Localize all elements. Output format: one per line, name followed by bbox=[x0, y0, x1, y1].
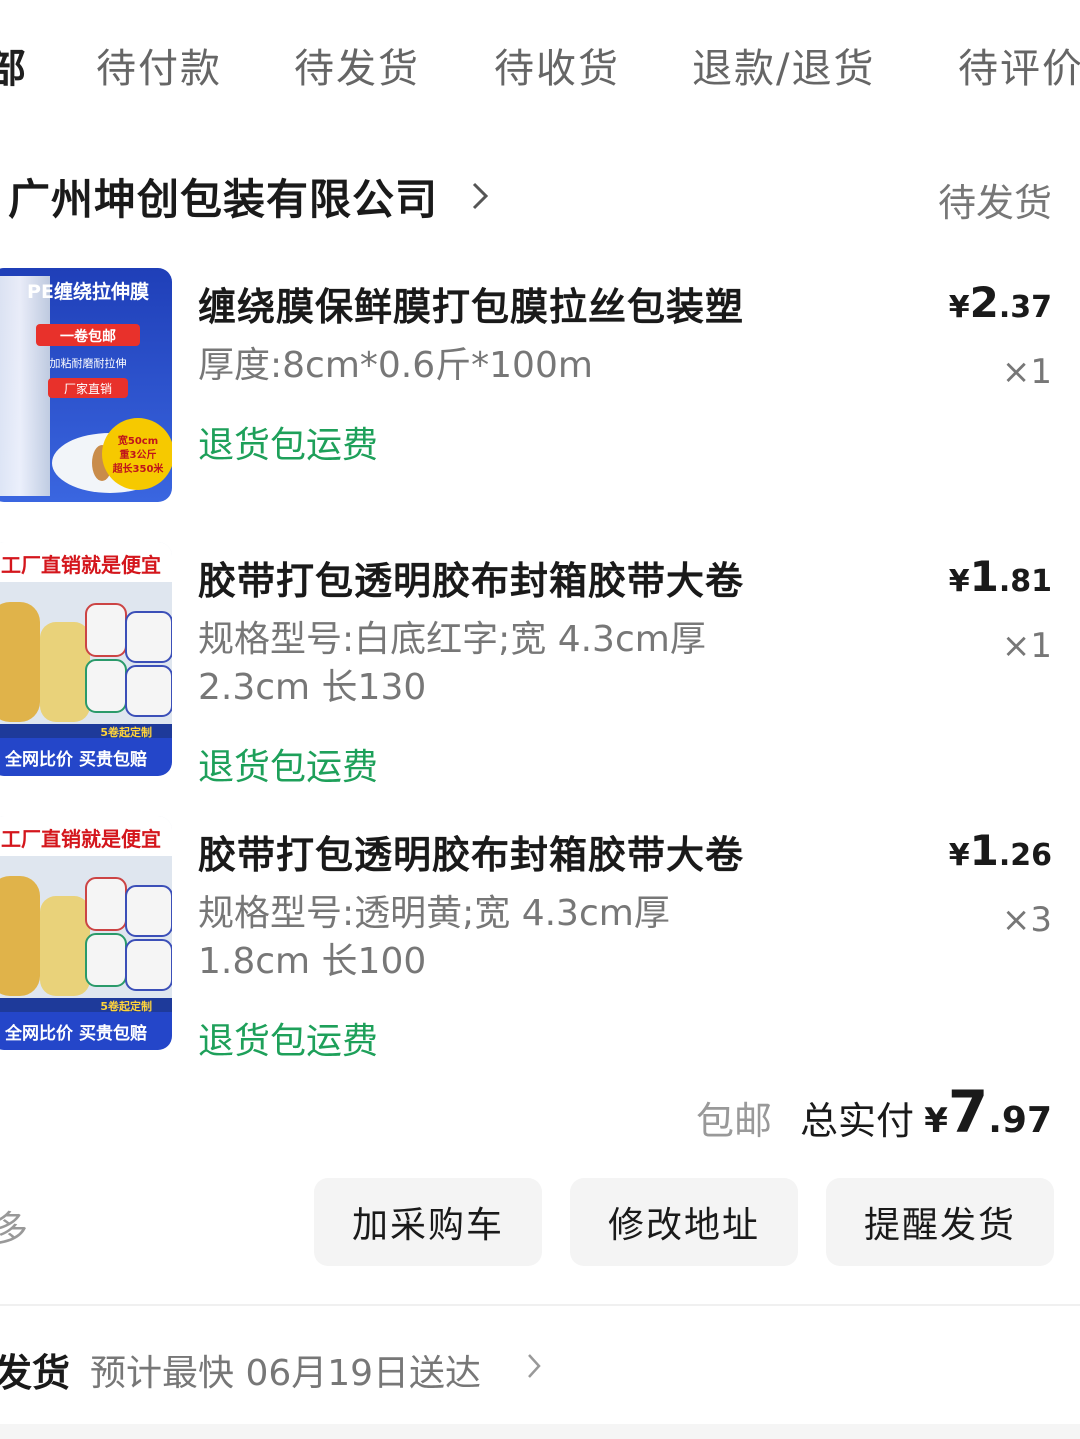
order-status-label: 待发货 bbox=[937, 181, 1052, 225]
order-item[interactable]: 工厂直销就是便宜 5卷起定制 全网比价 买贵包赔 胶带打包透明胶布封箱胶带大卷 … bbox=[0, 816, 1080, 1062]
image-banner-text: PE缠绕拉伸膜 bbox=[27, 280, 149, 303]
product-quantity: ×1 bbox=[1001, 626, 1052, 666]
product-price: ¥1.81 bbox=[948, 552, 1052, 601]
chevron-right-icon bbox=[472, 182, 489, 210]
image-headline-text: 工厂直销就是便宜 bbox=[1, 553, 161, 577]
tab-pending-review[interactable]: 待评价 bbox=[958, 36, 1080, 94]
image-corner-text: 5卷起定制 bbox=[100, 999, 152, 1013]
return-shipping-tag: 退货包运费 bbox=[198, 425, 379, 466]
shop-header[interactable]: 广州坤创包装有限公司 待发货 bbox=[0, 160, 1080, 230]
image-feature-text: 加粘耐磨耐拉伸 bbox=[50, 356, 127, 370]
tab-pending-payment[interactable]: 待付款 bbox=[96, 36, 222, 94]
product-price: ¥1.26 bbox=[948, 826, 1052, 875]
chevron-right-icon bbox=[528, 1354, 541, 1378]
image-footer-text: 全网比价 买贵包赔 bbox=[4, 1023, 147, 1044]
order-item[interactable]: 工厂直销就是便宜 5卷起定制 全网比价 买贵包赔 胶带打包透明胶布封箱胶带大卷 … bbox=[0, 542, 1080, 788]
tab-refund-return[interactable]: 退款/退货 bbox=[692, 36, 875, 94]
image-circle-text: 宽50cm bbox=[117, 434, 158, 447]
tab-pending-receipt[interactable]: 待收货 bbox=[494, 36, 620, 94]
product-title[interactable]: 胶带打包透明胶布封箱胶带大卷 bbox=[198, 824, 744, 879]
return-shipping-tag: 退货包运费 bbox=[198, 747, 379, 788]
shop-name[interactable]: 广州坤创包装有限公司 bbox=[8, 166, 438, 227]
more-actions-link[interactable]: 多 bbox=[0, 1200, 28, 1252]
product-price: ¥2.37 bbox=[948, 278, 1052, 327]
image-circle-text: 重3公斤 bbox=[120, 448, 157, 461]
remind-shipment-button[interactable]: 提醒发货 bbox=[826, 1178, 1054, 1266]
image-footer-text: 全网比价 买贵包赔 bbox=[4, 749, 147, 770]
image-corner-text: 5卷起定制 bbox=[100, 725, 152, 739]
order-status-tabs: 部 待付款 待发货 待收货 退款/退货 待评价 bbox=[0, 0, 1080, 130]
free-shipping-label: 包邮 bbox=[696, 1099, 773, 1143]
product-quantity: ×1 bbox=[1001, 352, 1052, 392]
modify-address-button[interactable]: 修改地址 bbox=[570, 1178, 798, 1266]
order-list-page: 部 待付款 待发货 待收货 退款/退货 待评价 广州坤创包装有限公司 待发货 P… bbox=[0, 0, 1080, 1439]
next-card-edge bbox=[0, 1424, 1080, 1439]
total-paid-amount: ¥7.97 bbox=[924, 1078, 1052, 1146]
add-to-purchase-cart-button[interactable]: 加采购车 bbox=[314, 1178, 542, 1266]
tab-all[interactable]: 部 bbox=[0, 36, 28, 94]
product-image-tape[interactable]: 工厂直销就是便宜 5卷起定制 全网比价 买贵包赔 bbox=[0, 542, 172, 776]
section-divider bbox=[0, 1304, 1080, 1306]
image-headline-text: 工厂直销就是便宜 bbox=[1, 827, 161, 851]
product-title[interactable]: 胶带打包透明胶布封箱胶带大卷 bbox=[198, 550, 744, 605]
product-spec: 规格型号:白底红字;宽 4.3cm厚 2.3cm 长130 bbox=[198, 619, 706, 708]
product-spec: 规格型号:透明黄;宽 4.3cm厚 1.8cm 长100 bbox=[198, 893, 670, 982]
order-total-row: 包邮 总实付 ¥7.97 bbox=[0, 1078, 1080, 1148]
product-title[interactable]: 缠绕膜保鲜膜打包膜拉丝包装塑 bbox=[198, 276, 744, 331]
tab-pending-shipment[interactable]: 待发货 bbox=[294, 36, 420, 94]
return-shipping-tag: 退货包运费 bbox=[198, 1021, 379, 1062]
product-image-stretch-film[interactable]: PE缠绕拉伸膜 一卷包邮 加粘耐磨耐拉伸 厂家直销 宽50cm 重3公斤 超长3… bbox=[0, 268, 172, 502]
image-circle-text: 超长350米 bbox=[112, 462, 165, 475]
delivery-estimate[interactable]: 预计最快 06月19日送达 bbox=[90, 1344, 481, 1396]
product-quantity: ×3 bbox=[1001, 900, 1052, 940]
total-paid-label: 总实付 bbox=[800, 1099, 915, 1143]
product-image-tape[interactable]: 工厂直销就是便宜 5卷起定制 全网比价 买贵包赔 bbox=[0, 816, 172, 1050]
image-badge-text: 厂家直销 bbox=[64, 381, 112, 396]
product-spec: 厚度:8cm*0.6斤*100m bbox=[198, 345, 593, 386]
order-item[interactable]: PE缠绕拉伸膜 一卷包邮 加粘耐磨耐拉伸 厂家直销 宽50cm 重3公斤 超长3… bbox=[0, 268, 1080, 508]
delivery-status-label: 发货 bbox=[0, 1351, 71, 1395]
image-badge-text: 一卷包邮 bbox=[60, 328, 116, 345]
